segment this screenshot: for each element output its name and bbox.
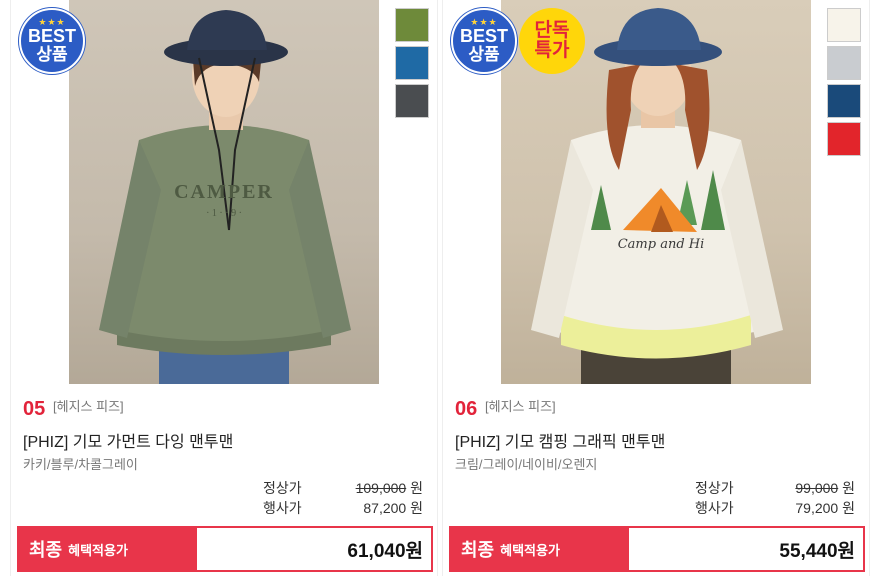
- color-options: 카키/블루/차콜그레이: [23, 457, 138, 472]
- svg-text:· 1 · · 9 ·: · 1 · · 9 ·: [206, 208, 242, 219]
- regular-price-row: 정상가 99,000 원: [695, 480, 855, 496]
- final-price-label: 최종 혜택적용가: [451, 528, 629, 570]
- svg-text:CAMPER: CAMPER: [174, 181, 274, 203]
- product-photo[interactable]: CAMPER · 1 · · 9 ·: [69, 0, 379, 384]
- product-info: 06 [헤지스 피즈] [PHIZ] 기모 캠핑 그래픽 맨투맨 크림/그레이/…: [442, 386, 870, 576]
- rank-number: 05: [23, 398, 46, 420]
- final-price-box[interactable]: 최종 혜택적용가 61,040원: [17, 526, 433, 572]
- svg-text:Camp and Hi: Camp and Hi: [618, 237, 705, 252]
- sale-price-label: 행사가: [263, 500, 302, 516]
- brand-name[interactable]: [헤지스 피즈]: [485, 396, 556, 415]
- regular-price-row: 정상가 109,000 원: [263, 480, 423, 496]
- color-swatch-navy[interactable]: [827, 84, 861, 118]
- exclusive-deal-badge: 단독 특가: [519, 8, 585, 74]
- final-price: 61,040원: [347, 540, 423, 562]
- product-title[interactable]: [PHIZ] 기모 가먼트 다잉 맨투맨: [23, 428, 233, 452]
- color-swatch-gray[interactable]: [827, 46, 861, 80]
- rank-number: 06: [455, 398, 478, 420]
- regular-price: 109,000: [355, 480, 407, 496]
- final-price-label: 최종 혜택적용가: [19, 528, 197, 570]
- product-info: 05 [헤지스 피즈] [PHIZ] 기모 가먼트 다잉 맨투맨 카키/블루/차…: [10, 386, 438, 576]
- best-badge: ★★★ BEST 상품: [451, 8, 517, 74]
- best-badge: ★★★ BEST 상품: [19, 8, 85, 74]
- color-swatch-charcoal[interactable]: [395, 84, 429, 118]
- color-swatches: [395, 8, 429, 118]
- product-image-area[interactable]: Camp and Hi ★★★ BEST 상품 단독 특가: [442, 0, 870, 386]
- product-title[interactable]: [PHIZ] 기모 캠핑 그래픽 맨투맨: [455, 428, 665, 452]
- color-swatch-blue[interactable]: [395, 46, 429, 80]
- color-swatch-khaki[interactable]: [395, 8, 429, 42]
- sale-price-label: 행사가: [695, 500, 734, 516]
- product-card[interactable]: Camp and Hi ★★★ BEST 상품 단독 특가 06 [헤지스 피즈…: [442, 0, 870, 576]
- final-price: 55,440원: [779, 540, 855, 562]
- final-price-box[interactable]: 최종 혜택적용가 55,440원: [449, 526, 865, 572]
- product-image-area[interactable]: CAMPER · 1 · · 9 · ★★★ BEST 상품: [10, 0, 438, 386]
- model-illustration: CAMPER · 1 · · 9 ·: [99, 10, 351, 384]
- color-swatch-cream[interactable]: [827, 8, 861, 42]
- color-swatch-red[interactable]: [827, 122, 861, 156]
- regular-price-label: 정상가: [263, 480, 302, 496]
- sale-price-row: 행사가 79,200 원: [695, 500, 855, 516]
- sale-price: 87,200: [363, 500, 407, 516]
- color-options: 크림/그레이/네이비/오렌지: [455, 457, 598, 472]
- brand-name[interactable]: [헤지스 피즈]: [53, 396, 124, 415]
- regular-price-label: 정상가: [695, 480, 734, 496]
- product-card[interactable]: CAMPER · 1 · · 9 · ★★★ BEST 상품 05 [헤지스 피…: [10, 0, 438, 576]
- color-swatches: [827, 8, 861, 156]
- regular-price: 99,000: [795, 480, 839, 496]
- sale-price: 79,200: [795, 500, 839, 516]
- sale-price-row: 행사가 87,200 원: [263, 500, 423, 516]
